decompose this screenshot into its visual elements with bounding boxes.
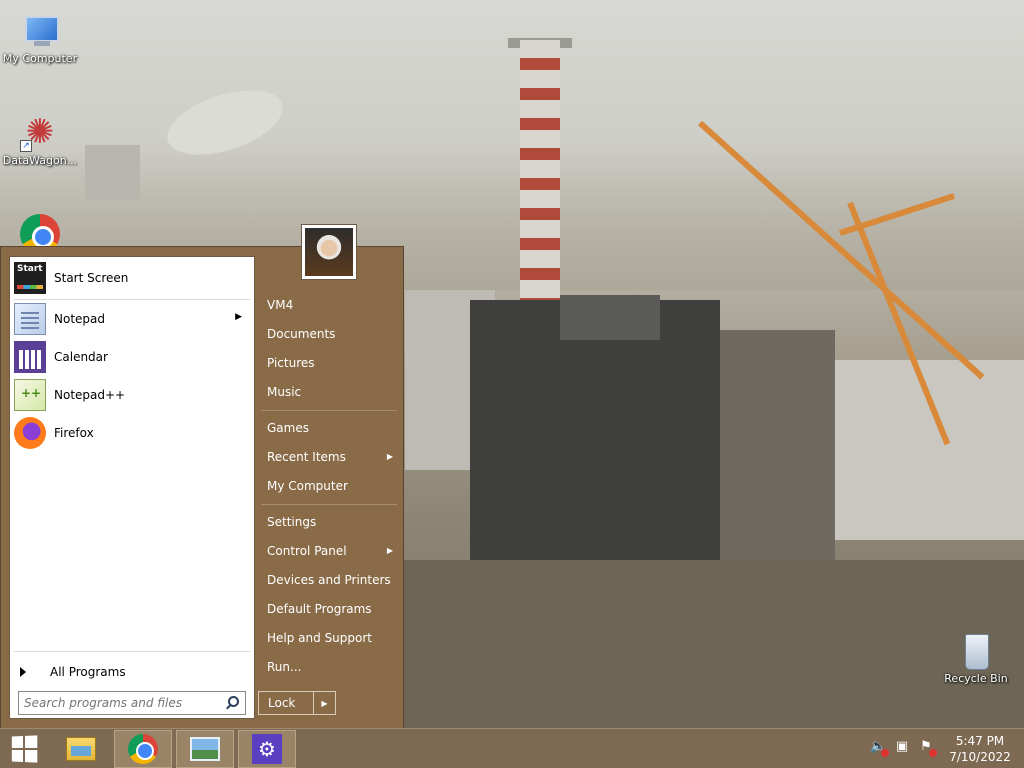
all-programs-divider xyxy=(14,651,250,652)
menu-item-documents[interactable]: Documents xyxy=(263,321,397,347)
menu-item-recent-items[interactable]: Recent Items ▶ xyxy=(263,444,397,470)
menu-item-label: Run... xyxy=(267,660,302,674)
settings-icon: ⚙ xyxy=(252,734,282,764)
menu-item-vm4[interactable]: VM4 xyxy=(263,292,397,318)
taskbar-file-explorer[interactable] xyxy=(52,730,110,768)
menu-item-label: Settings xyxy=(267,515,317,529)
menu-item-control-panel[interactable]: Control Panel ▶ xyxy=(263,538,397,564)
file-explorer-icon xyxy=(66,737,96,761)
wallpaper-building xyxy=(715,330,835,590)
taskbar-photos[interactable] xyxy=(176,730,234,768)
user-avatar xyxy=(305,228,353,276)
program-label: Start Screen xyxy=(54,271,129,285)
start-menu-programs-pane: Start Start Screen Notepad ▶ Calendar No… xyxy=(9,256,255,719)
submenu-arrow-icon: ▶ xyxy=(386,452,393,461)
program-label: Calendar xyxy=(54,350,108,364)
desktop-icon-label: My Computer xyxy=(2,52,78,65)
power-options-arrow-icon[interactable]: ▶ xyxy=(314,691,336,715)
windows-logo-icon xyxy=(11,735,38,763)
system-tray: 🔈 ▣ ⚑ xyxy=(870,739,937,757)
menu-item-music[interactable]: Music xyxy=(263,379,397,405)
menu-item-label: Control Panel xyxy=(267,544,347,558)
all-programs-label: All Programs xyxy=(50,665,126,679)
taskbar-clock[interactable]: 5:47 PM 7/10/2022 xyxy=(944,733,1016,765)
taskbar-settings[interactable]: ⚙ xyxy=(238,730,296,768)
menu-divider xyxy=(261,410,397,411)
all-programs-arrow-icon xyxy=(20,667,26,677)
menu-item-label: VM4 xyxy=(267,298,294,312)
menu-item-label: Devices and Printers xyxy=(267,573,391,587)
start-screen-icon: Start xyxy=(14,262,46,294)
menu-item-default-programs[interactable]: Default Programs xyxy=(263,596,397,622)
program-item-notepad-plus-plus[interactable]: Notepad++ xyxy=(14,377,250,413)
datawagon-icon: ✺ ↗ xyxy=(20,112,60,152)
menu-item-help-and-support[interactable]: Help and Support xyxy=(263,625,397,651)
my-computer-icon xyxy=(20,10,60,50)
program-label: Firefox xyxy=(54,426,94,440)
shortcut-arrow-icon: ↗ xyxy=(20,140,32,152)
search-icon[interactable] xyxy=(228,696,239,707)
search-input[interactable] xyxy=(24,696,220,710)
menu-item-devices-and-printers[interactable]: Devices and Printers xyxy=(263,567,397,593)
wallpaper-distant-building xyxy=(85,145,140,200)
menu-item-pictures[interactable]: Pictures xyxy=(263,350,397,376)
wallpaper-building xyxy=(560,295,660,340)
program-item-calendar[interactable]: Calendar xyxy=(14,339,250,375)
firefox-icon xyxy=(14,417,46,449)
taskbar-chrome[interactable] xyxy=(114,730,172,768)
volume-muted-icon[interactable]: 🔈 xyxy=(870,739,889,757)
program-item-start-screen[interactable]: Start Start Screen xyxy=(14,260,250,296)
calendar-icon xyxy=(14,341,46,373)
taskbar: ⚙ 🔈 ▣ ⚑ 5:47 PM 7/10/2022 xyxy=(0,728,1024,768)
menu-item-label: Help and Support xyxy=(267,631,372,645)
desktop-icon-my-computer[interactable]: My Computer xyxy=(0,10,80,65)
action-center-icon[interactable]: ⚑ xyxy=(918,739,937,757)
desktop-icon-datawagon[interactable]: ✺ ↗ DataWagon... xyxy=(0,112,80,167)
menu-item-settings[interactable]: Settings xyxy=(263,509,397,535)
menu-item-label: Documents xyxy=(267,327,336,341)
start-button[interactable] xyxy=(0,729,48,768)
menu-item-label: Recent Items xyxy=(267,450,346,464)
notepad-icon xyxy=(14,303,46,335)
menu-divider xyxy=(261,504,397,505)
menu-item-run[interactable]: Run... xyxy=(263,654,397,680)
chrome-icon xyxy=(128,734,158,764)
muted-badge xyxy=(881,749,889,757)
start-menu: Start Start Screen Notepad ▶ Calendar No… xyxy=(0,224,404,728)
wallpaper-ground xyxy=(400,560,1024,728)
lock-button[interactable]: Lock xyxy=(258,691,314,715)
menu-item-label: Default Programs xyxy=(267,602,372,616)
menu-item-label: Pictures xyxy=(267,356,315,370)
desktop-icon-label: Recycle Bin xyxy=(944,672,1008,685)
submenu-arrow-icon: ▶ xyxy=(386,546,393,555)
notepad-plus-plus-icon xyxy=(14,379,46,411)
menu-item-my-computer[interactable]: My Computer xyxy=(263,473,397,499)
program-item-firefox[interactable]: Firefox xyxy=(14,415,250,451)
menu-item-label: Music xyxy=(267,385,302,399)
program-item-notepad[interactable]: Notepad ▶ xyxy=(14,301,250,337)
network-icon[interactable]: ▣ xyxy=(894,739,910,755)
menu-item-label: My Computer xyxy=(267,479,348,493)
desktop-icon-recycle-bin[interactable]: Recycle Bin xyxy=(936,630,1016,685)
wallpaper-reactor xyxy=(470,300,720,600)
menu-item-label: Games xyxy=(267,421,309,435)
alert-badge xyxy=(929,749,937,757)
wallpaper-building xyxy=(835,360,1024,540)
power-controls: Lock ▶ xyxy=(258,691,338,715)
clock-time: 5:47 PM xyxy=(955,734,1005,748)
menu-item-games[interactable]: Games xyxy=(263,415,397,441)
recycle-bin-icon xyxy=(956,630,996,670)
desktop-icon-label: DataWagon... xyxy=(2,154,78,167)
all-programs-button[interactable]: All Programs xyxy=(20,661,248,683)
clock-date: 7/10/2022 xyxy=(949,750,1011,764)
program-label: Notepad++ xyxy=(54,388,126,402)
wallpaper-chimney xyxy=(520,40,560,300)
search-box xyxy=(18,691,246,715)
submenu-arrow-icon: ▶ xyxy=(235,312,242,322)
photos-icon xyxy=(190,737,220,761)
program-label: Notepad xyxy=(54,312,105,326)
user-picture[interactable] xyxy=(301,224,357,280)
programs-divider xyxy=(14,299,250,300)
